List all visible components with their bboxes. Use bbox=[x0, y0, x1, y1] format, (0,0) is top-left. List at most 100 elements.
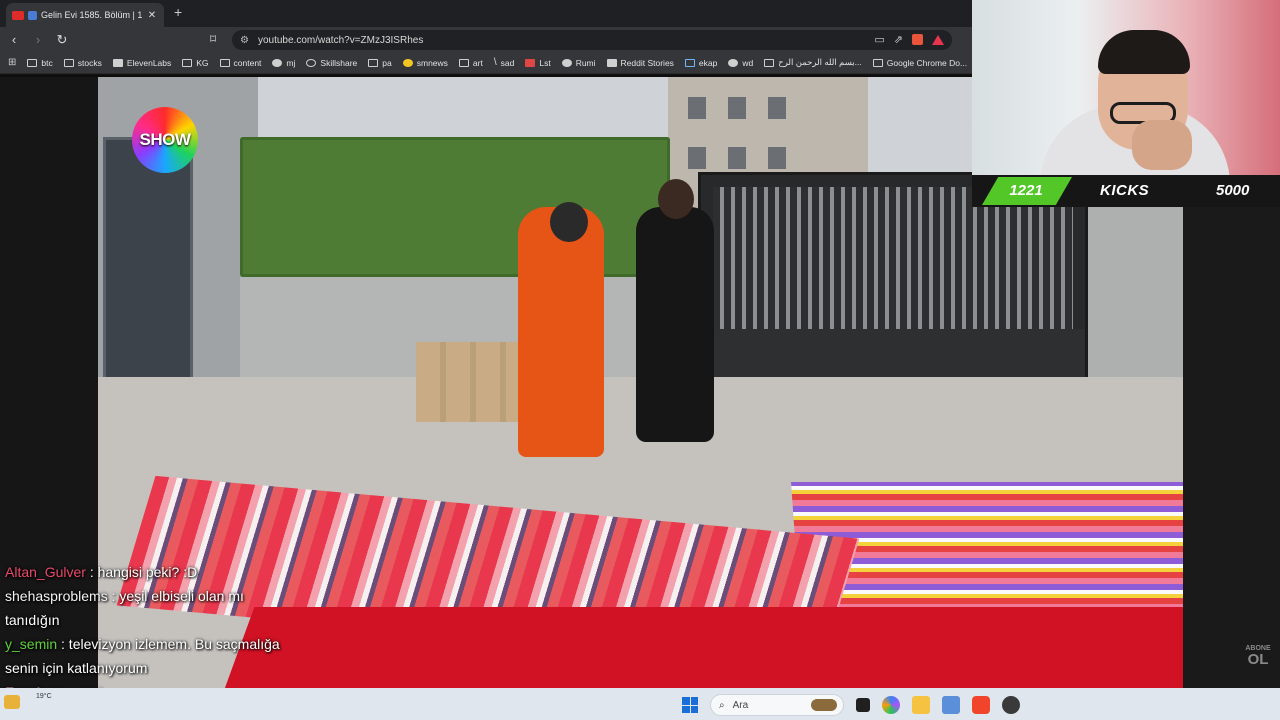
bookmark-item[interactable]: ElevenLabs bbox=[112, 57, 172, 68]
chat-username: shehasproblems bbox=[5, 588, 108, 604]
chat-message: Altan_Gulver : hangisi peki? :D bbox=[0, 560, 300, 584]
brave-browser-icon[interactable] bbox=[972, 696, 990, 714]
bookmark-label: Google Chrome Do... bbox=[886, 57, 968, 68]
bookmark-item[interactable]: بسم الله الرحمن الرح... bbox=[764, 57, 862, 68]
building-window bbox=[728, 147, 746, 169]
chat-message: y_semin : televizyon izlemem. Bu saçmalı… bbox=[0, 632, 300, 680]
bookmark-item[interactable]: art bbox=[458, 57, 483, 68]
taskbar-search[interactable]: ⌕ Ara bbox=[710, 694, 844, 716]
wd-icon bbox=[728, 58, 739, 67]
bookmark-label: Rumi bbox=[575, 57, 596, 68]
bookmark-item[interactable]: stocks bbox=[63, 58, 102, 68]
tab-close-icon[interactable]: ✕ bbox=[146, 10, 158, 21]
tab-title: Gelin Evi 1585. Bölüm | 10 Kası bbox=[41, 10, 142, 20]
bookmark-item[interactable]: Skillshare bbox=[306, 58, 357, 68]
taskbar-icons: ⌕ Ara bbox=[682, 694, 1020, 716]
woman-headscarf bbox=[550, 202, 588, 242]
github-icon bbox=[272, 58, 283, 67]
forward-icon[interactable]: › bbox=[28, 32, 48, 47]
snipping-tool-icon[interactable] bbox=[942, 696, 960, 714]
building-window bbox=[768, 147, 786, 169]
search-highlight-icon bbox=[811, 699, 837, 711]
kicks-count: 1221 bbox=[1009, 182, 1043, 199]
bookmark-label: mj bbox=[286, 57, 296, 68]
building-window bbox=[768, 97, 786, 119]
folder-icon bbox=[368, 58, 379, 67]
bookmark-label: Reddit Stories bbox=[620, 57, 674, 68]
folder-icon bbox=[182, 58, 193, 67]
windows-start-icon[interactable] bbox=[682, 697, 698, 713]
brave-shield-icon[interactable] bbox=[912, 34, 923, 45]
bookmark-item[interactable]: Google Chrome Do... bbox=[872, 57, 968, 68]
s-icon bbox=[525, 58, 536, 67]
folder-icon bbox=[63, 58, 74, 67]
bookmark-label: ekap bbox=[698, 57, 718, 68]
folder-icon bbox=[27, 58, 38, 67]
chat-username: Altan_Gulver bbox=[5, 564, 86, 580]
bookmark-item[interactable]: ekap bbox=[684, 57, 718, 68]
bookmark-label: art bbox=[472, 57, 483, 68]
bookmark-label: wd bbox=[742, 57, 754, 68]
bookmark-item[interactable]: KG bbox=[182, 58, 209, 68]
folder-icon bbox=[872, 58, 883, 67]
apps-grid-icon[interactable]: ⊞ bbox=[8, 57, 16, 68]
windows-taskbar: 19°C ⌕ Ara bbox=[0, 688, 1280, 720]
bookmark-label: Lst bbox=[539, 57, 551, 68]
site-info-icon[interactable]: ⚙ bbox=[240, 35, 249, 46]
bookmark-item[interactable]: Reddit Stories bbox=[606, 57, 674, 68]
bookmark-label: ElevenLabs bbox=[126, 57, 172, 68]
elevenlabs-icon bbox=[112, 58, 123, 67]
bookmark-item[interactable]: smnews bbox=[402, 58, 448, 68]
task-view-icon[interactable] bbox=[856, 698, 870, 712]
browser-tab[interactable]: Gelin Evi 1585. Bölüm | 10 Kası ✕ bbox=[6, 3, 164, 27]
back-icon[interactable]: ‹ bbox=[4, 32, 24, 47]
kicks-goal: 5000 bbox=[1216, 182, 1250, 199]
bookmark-icon[interactable]: ⌑ bbox=[210, 32, 216, 46]
bookmark-item[interactable]: Lst bbox=[525, 57, 551, 68]
bookmark-item[interactable]: mj bbox=[272, 58, 295, 68]
search-icon: ⌕ bbox=[719, 699, 725, 711]
brave-rewards-icon[interactable] bbox=[932, 34, 944, 45]
youtube-favicon-icon bbox=[12, 10, 24, 20]
file-explorer-icon[interactable] bbox=[912, 696, 930, 714]
address-bar[interactable]: ⚙ youtube.com/watch?v=ZMzJ3ISRhes ▭ ⇗ bbox=[232, 30, 952, 50]
address-bar-actions: ▭ ⇗ bbox=[874, 33, 944, 46]
building-window bbox=[688, 97, 706, 119]
rumi-icon bbox=[561, 58, 572, 67]
emoji-icon bbox=[402, 58, 413, 67]
obs-icon[interactable] bbox=[1002, 696, 1020, 714]
weather-icon[interactable] bbox=[4, 695, 20, 709]
subscribe-watermark: ABONE OL bbox=[1240, 645, 1276, 667]
copilot-icon[interactable] bbox=[882, 696, 900, 714]
new-tab-button[interactable]: + bbox=[174, 4, 182, 20]
right-dark-panel bbox=[1183, 207, 1280, 688]
bookmark-item[interactable]: content bbox=[219, 57, 262, 68]
kicks-label: KICKS bbox=[1100, 182, 1150, 199]
woman-orange-dress bbox=[518, 207, 604, 457]
cast-icon[interactable]: ▭ bbox=[874, 33, 884, 46]
webcam-overlay bbox=[972, 0, 1280, 175]
doc-icon bbox=[764, 58, 775, 67]
subscribe-watermark-bottom: OL bbox=[1247, 651, 1269, 668]
bookmark-item[interactable]: btc bbox=[27, 58, 53, 68]
video-gate bbox=[698, 172, 1088, 412]
bookmark-label: sad bbox=[500, 57, 515, 68]
browser-toolbar: ‹ › ↻ ⌑ ⚙ youtube.com/watch?v=ZMzJ3ISRhe… bbox=[0, 27, 972, 52]
show-logo-text: SHOW bbox=[139, 130, 191, 149]
screen: Gelin Evi 1585. Bölüm | 10 Kası ✕ + ‹ › … bbox=[0, 0, 1280, 720]
bookmark-item[interactable]: pa bbox=[368, 57, 392, 68]
url-text: youtube.com/watch?v=ZMzJ3ISRhes bbox=[257, 34, 424, 46]
video-hedge bbox=[240, 137, 670, 277]
folder-icon bbox=[458, 58, 469, 67]
bookmark-label: pa bbox=[382, 57, 392, 68]
bookmark-item[interactable]: Rumi bbox=[561, 57, 596, 68]
bookmark-item[interactable]: wd bbox=[728, 58, 753, 68]
kicks-goal-bar: 1221 KICKS 5000 bbox=[972, 175, 1280, 207]
reload-icon[interactable]: ↻ bbox=[52, 32, 72, 48]
bookmark-item[interactable]: \ sad bbox=[494, 57, 515, 68]
chat-text: : hangisi peki? :D bbox=[85, 564, 198, 580]
red-carpet bbox=[221, 607, 1183, 688]
woman-hair bbox=[658, 179, 694, 219]
share-icon[interactable]: ⇗ bbox=[894, 33, 903, 46]
bookmark-label: content bbox=[233, 57, 262, 68]
